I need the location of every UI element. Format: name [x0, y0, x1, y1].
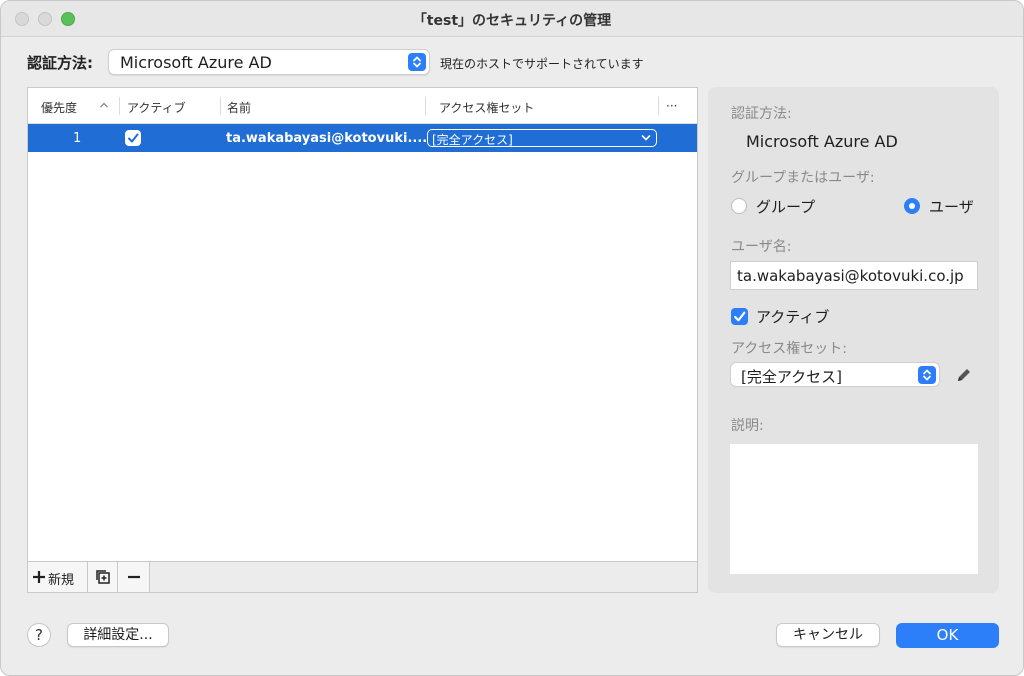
column-header-active[interactable]: アクティブ: [127, 99, 186, 116]
remove-button[interactable]: [118, 562, 150, 592]
select-stepper-icon: [918, 366, 936, 384]
window-title: 「test」のセキュリティの管理: [412, 13, 612, 29]
ok-button[interactable]: OK: [896, 623, 999, 648]
username-label: ユーザ名:: [731, 239, 792, 255]
new-button[interactable]: 新規: [28, 562, 88, 592]
column-separator: [658, 97, 659, 115]
account-table: 優先度 アクティブ 名前 アクセス権セット ··· 1 ta.wakabayas…: [27, 87, 698, 593]
active-label[interactable]: アクティブ: [756, 306, 829, 327]
access-set-label: アクセス権セット:: [731, 341, 848, 357]
group-or-user-label: グループまたはユーザ:: [731, 170, 875, 186]
duplicate-icon: [96, 570, 110, 584]
column-header-more[interactable]: ···: [666, 99, 677, 113]
column-header-access-set[interactable]: アクセス権セット: [439, 99, 534, 116]
row-name: ta.wakabayasi@kotovuki....: [226, 131, 428, 146]
plus-icon: [33, 571, 45, 583]
chevron-down-icon: [641, 135, 651, 141]
column-header-priority[interactable]: 優先度: [41, 99, 77, 116]
details-panel: 認証方法: Microsoft Azure AD グループまたはユーザ: グルー…: [708, 87, 999, 593]
panel-auth-value: Microsoft Azure AD: [746, 132, 898, 151]
active-checkbox[interactable]: [731, 308, 748, 325]
new-button-label: 新規: [48, 573, 75, 588]
table-header: 優先度 アクティブ 名前 アクセス権セット ···: [28, 88, 697, 124]
security-dialog: 「test」のセキュリティの管理 認証方法: Microsoft Azure A…: [0, 0, 1024, 676]
auth-support-note: 現在のホストでサポートされています: [440, 57, 644, 71]
column-separator: [119, 97, 120, 115]
description-label: 説明:: [731, 418, 764, 434]
access-set-value: [完全アクセス]: [741, 368, 842, 386]
duplicate-button[interactable]: [88, 562, 118, 592]
panel-auth-label: 認証方法:: [731, 106, 792, 122]
access-set-select[interactable]: [完全アクセス]: [730, 362, 940, 387]
select-stepper-icon: [408, 53, 426, 71]
table-footer-toolbar: 新規: [28, 561, 697, 592]
checkmark-icon: [734, 311, 746, 322]
radio-group[interactable]: [731, 198, 747, 214]
title-bar: 「test」のセキュリティの管理: [1, 1, 1023, 37]
cancel-button[interactable]: キャンセル: [776, 623, 880, 647]
auth-method-value: Microsoft Azure AD: [120, 53, 272, 72]
radio-user-label[interactable]: ユーザ: [929, 196, 974, 217]
checkmark-icon: [128, 133, 139, 143]
column-separator: [425, 97, 426, 115]
help-button[interactable]: ?: [27, 623, 51, 647]
auth-method-label: 認証方法:: [27, 54, 93, 72]
auth-method-select[interactable]: Microsoft Azure AD: [108, 49, 430, 75]
column-separator: [220, 97, 221, 115]
pencil-edit-icon[interactable]: [955, 366, 973, 384]
advanced-settings-button[interactable]: 詳細設定...: [67, 623, 169, 647]
row-priority: 1: [73, 131, 82, 146]
minus-icon: [128, 575, 140, 579]
row-access-set-select[interactable]: [完全アクセス]: [427, 129, 657, 147]
radio-group-label[interactable]: グループ: [756, 196, 815, 217]
row-active-checkbox[interactable]: [125, 130, 141, 146]
table-row[interactable]: 1 ta.wakabayasi@kotovuki.... [完全アクセス]: [28, 124, 697, 152]
column-header-name[interactable]: 名前: [227, 99, 251, 116]
sort-ascending-icon: [100, 102, 108, 108]
row-access-set-value: [完全アクセス]: [432, 133, 513, 147]
description-textarea[interactable]: [730, 444, 978, 574]
radio-user[interactable]: [904, 198, 920, 214]
username-value: ta.wakabayasi@kotovuki.co.jp: [737, 267, 964, 285]
username-field[interactable]: ta.wakabayasi@kotovuki.co.jp: [730, 261, 978, 290]
